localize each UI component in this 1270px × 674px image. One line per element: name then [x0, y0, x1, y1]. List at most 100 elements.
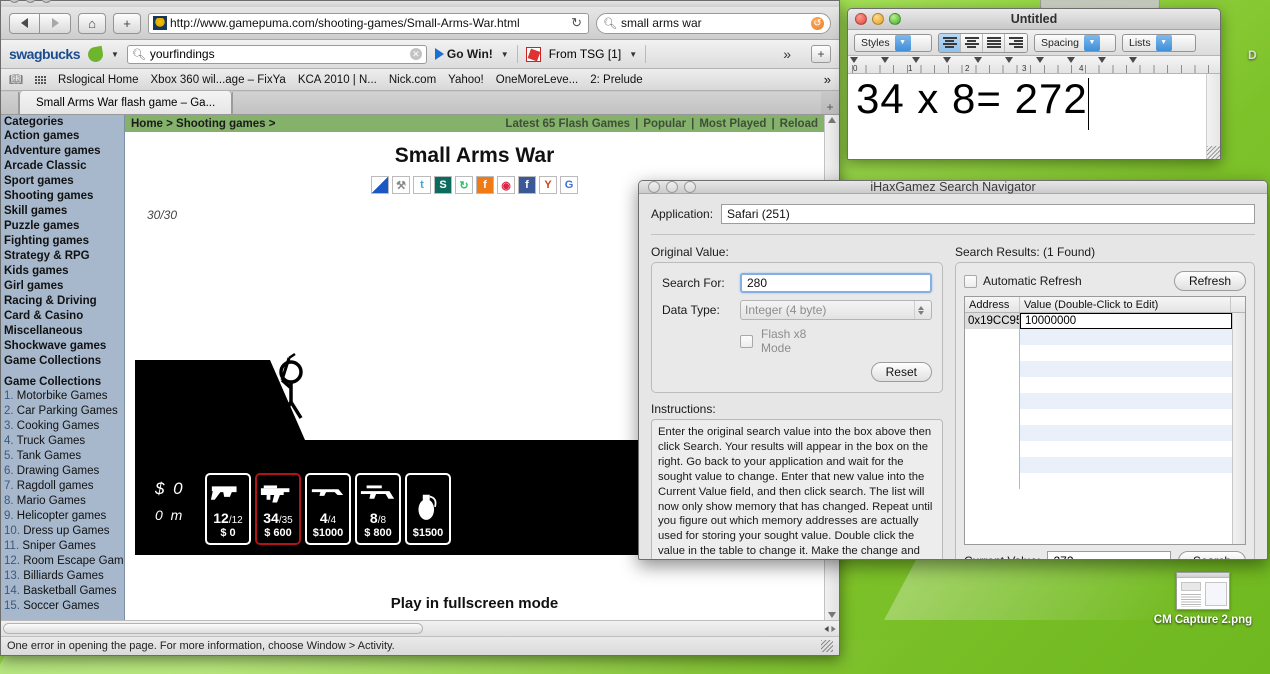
page-horizontal-scrollbar[interactable] — [1, 620, 839, 636]
scroll-left-icon[interactable] — [824, 625, 829, 632]
weapon-slot-pistol[interactable]: 12/12 $ 0 — [205, 473, 251, 545]
results-table[interactable]: Address Value (Double-Click to Edit) 0x1… — [964, 296, 1246, 546]
stumbleupon-icon[interactable]: ↻ — [455, 176, 473, 194]
ruler-tab-stop[interactable] — [1005, 57, 1013, 63]
align-center-button[interactable] — [961, 33, 983, 52]
spacing-dropdown[interactable]: Spacing ▼ — [1034, 33, 1116, 52]
scroll-up-icon[interactable] — [828, 117, 836, 123]
table-row[interactable] — [965, 425, 1232, 441]
table-row[interactable] — [965, 361, 1232, 377]
home-button[interactable]: ⌂ — [78, 12, 106, 34]
forward-button[interactable] — [40, 12, 71, 34]
collection-item-7[interactable]: 8. Mario Games — [1, 494, 124, 509]
collection-item-13[interactable]: 14. Basketball Games — [1, 584, 124, 599]
swagbucks-search-input[interactable]: 🔍︎ yourfindings ✕ — [126, 44, 427, 64]
current-value-input[interactable]: 272 — [1047, 551, 1171, 559]
collection-item-11[interactable]: 12. Room Escape Games — [1, 554, 124, 569]
weapon-slot-grenade[interactable]: $1500 — [405, 473, 451, 545]
bookmarks-overflow-icon[interactable]: » — [824, 72, 831, 87]
align-justify-button[interactable] — [983, 33, 1005, 52]
column-header-address[interactable]: Address — [965, 297, 1020, 312]
search-button[interactable]: Search — [1177, 551, 1246, 559]
back-button[interactable] — [9, 12, 40, 34]
go-win-button[interactable]: Go Win! — [434, 47, 493, 61]
nav-link-popular[interactable]: Popular — [643, 118, 686, 130]
weapon-slots[interactable]: 12/12 $ 0 34/35 $ 600 4/4 $1000 8/8 $ 80… — [205, 473, 451, 545]
textedit-content[interactable]: 34 x 8= 272 — [848, 74, 1088, 159]
table-row[interactable] — [965, 377, 1232, 393]
textedit-document-area[interactable]: 34 x 8= 272 — [848, 74, 1220, 159]
bookmark-item-5[interactable]: OneMoreLeve... — [496, 74, 578, 86]
collection-item-3[interactable]: 4. Truck Games — [1, 434, 124, 449]
sidebar-item-shockwave-games[interactable]: Shockwave games — [1, 339, 124, 354]
automatic-refresh-checkbox[interactable] — [964, 274, 977, 288]
delicious-icon[interactable] — [371, 176, 389, 194]
styles-dropdown[interactable]: Styles ▼ — [854, 33, 932, 52]
google-icon[interactable]: G — [560, 176, 578, 194]
close-icon[interactable] — [9, 0, 20, 3]
ruler-indent-marker[interactable] — [850, 57, 858, 63]
reddit-icon[interactable]: ◉ — [497, 176, 515, 194]
search-field[interactable]: 🔍︎ small arms war ↺ — [596, 12, 831, 34]
sidebar-item-girl-games[interactable]: Girl games — [1, 279, 124, 294]
sidebar-item-game-collections[interactable]: Game Collections — [1, 354, 124, 369]
safari-titlebar[interactable] — [1, 0, 839, 7]
textedit-ruler[interactable]: 0 1 2 3 4 — [848, 56, 1220, 74]
site-nav-links[interactable]: Latest 65 Flash Games | Popular | Most Pla… — [505, 118, 818, 130]
table-row[interactable] — [965, 457, 1232, 473]
align-right-button[interactable] — [1005, 33, 1027, 52]
tsg-icon[interactable] — [525, 46, 541, 62]
toolbar-overflow-button[interactable]: » — [783, 46, 791, 62]
swagbucks-toolbar[interactable]: swagbucks ▼ 🔍︎ yourfindings ✕ Go Win! ▼ … — [1, 40, 839, 69]
search-for-input[interactable]: 280 — [740, 273, 932, 293]
site-sidebar[interactable]: Categories Action games Adventure games … — [1, 115, 125, 620]
table-row[interactable] — [965, 345, 1232, 361]
sidebar-item-racing-driving[interactable]: Racing & Driving — [1, 294, 124, 309]
lists-dropdown[interactable]: Lists ▼ — [1122, 33, 1196, 52]
reload-icon[interactable]: ↻ — [571, 15, 584, 31]
flash-x8-checkbox[interactable] — [740, 334, 753, 348]
ruler-tab-stop[interactable] — [1098, 57, 1106, 63]
ruler-tab-stop[interactable] — [1067, 57, 1075, 63]
tab-small-arms-war[interactable]: Small Arms War flash game – Ga... — [19, 91, 233, 114]
collection-item-1[interactable]: 2. Car Parking Games — [1, 404, 124, 419]
hscroll-thumb[interactable] — [3, 623, 423, 634]
table-row[interactable] — [965, 441, 1232, 457]
ruler-tab-stop[interactable] — [912, 57, 920, 63]
nav-buttons[interactable] — [9, 12, 71, 34]
sidebar-item-strategy-rpg[interactable]: Strategy & RPG — [1, 249, 124, 264]
chevron-down-icon[interactable]: ▼ — [629, 50, 637, 59]
sidebar-item-shooting-games[interactable]: Shooting games — [1, 189, 124, 204]
textedit-window[interactable]: Untitled Styles ▼ Spacing ▼ Lists ▼ 0 1 … — [847, 8, 1221, 160]
bookmark-item-6[interactable]: 2: Prelude — [590, 74, 642, 86]
grid-icon[interactable] — [34, 75, 46, 84]
sidebar-item-sport-games[interactable]: Sport games — [1, 174, 124, 189]
collection-item-5[interactable]: 6. Drawing Games — [1, 464, 124, 479]
site-nav-bar[interactable]: Home > Shooting games > Latest 65 Flash … — [125, 115, 824, 132]
sidebar-item-skill-games[interactable]: Skill games — [1, 204, 124, 219]
window-resizer[interactable] — [821, 640, 833, 652]
add-toolbar-button[interactable]: + — [811, 45, 831, 63]
sidebar-item-kids-games[interactable]: Kids games — [1, 264, 124, 279]
collection-item-14[interactable]: 15. Soccer Games — [1, 599, 124, 614]
ruler-tab-stop[interactable] — [943, 57, 951, 63]
row-value[interactable]: 10000000 — [1020, 313, 1232, 329]
new-tab-button[interactable]: + — [821, 100, 839, 114]
refresh-button[interactable]: Refresh — [1173, 271, 1246, 291]
table-row[interactable] — [965, 329, 1232, 345]
ruler-tab-stop[interactable] — [1129, 57, 1137, 63]
table-row[interactable] — [965, 393, 1232, 409]
safari-toolbar[interactable]: ⌂ + http://www.gamepuma.com/shooting-gam… — [1, 7, 839, 40]
stumble-icon[interactable]: S — [434, 176, 452, 194]
data-type-select[interactable]: Integer (4 byte) — [740, 300, 932, 320]
add-bookmark-button[interactable]: + — [113, 12, 141, 34]
facebook-icon[interactable]: f — [518, 176, 536, 194]
column-header-value[interactable]: Value (Double-Click to Edit) — [1020, 297, 1231, 312]
weapon-slot-shotgun[interactable]: 4/4 $1000 — [305, 473, 351, 545]
digg-icon[interactable]: ⚒ — [392, 176, 410, 194]
tab-bar[interactable]: Small Arms War flash game – Ga... + — [1, 91, 839, 115]
alignment-buttons[interactable] — [938, 32, 1028, 53]
safari-window-controls[interactable] — [9, 0, 52, 3]
ruler-tab-stop[interactable] — [1036, 57, 1044, 63]
textedit-titlebar[interactable]: Untitled — [848, 9, 1220, 30]
